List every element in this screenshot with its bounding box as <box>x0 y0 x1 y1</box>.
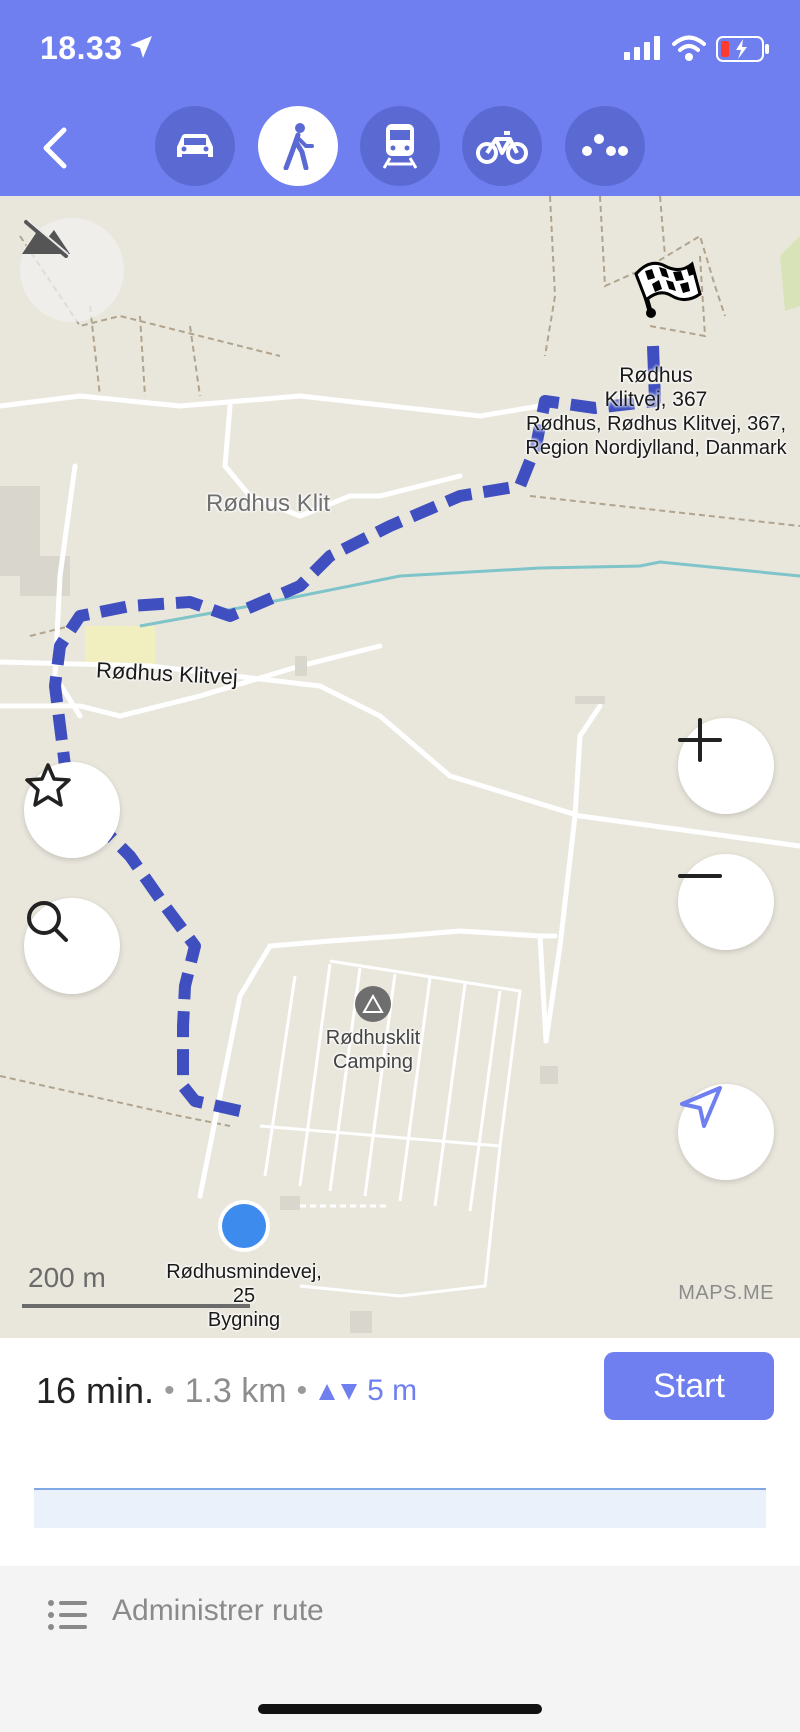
camping-icon <box>355 986 391 1022</box>
mode-more-button[interactable] <box>565 106 645 186</box>
destination-name-line1: Rødhus <box>619 364 693 387</box>
route-distance: 1.3 km <box>184 1371 287 1410</box>
origin-label: Rødhusmindevej, 25 Bygning <box>144 1260 344 1332</box>
route-stats: 16 min. • 1.3 km • 5 m <box>36 1370 417 1412</box>
destination-name-line2: Klitvej, 367 <box>604 388 708 411</box>
scale-bar <box>22 1304 250 1308</box>
map-attribution: MAPS.ME <box>678 1282 774 1304</box>
battery-icon <box>716 36 769 62</box>
camping-label: Rødhusklit Camping <box>300 1026 446 1074</box>
car-icon <box>177 134 213 157</box>
mountain-off-icon <box>22 219 70 258</box>
star-icon <box>25 763 71 807</box>
scale-label: 200 m <box>28 1262 106 1293</box>
elevation-chart <box>34 1488 766 1528</box>
back-button[interactable] <box>30 120 86 176</box>
place-label: Rødhus Klit <box>206 490 331 517</box>
destination-address-line2: Region Nordjylland, Danmark <box>525 437 787 459</box>
separator-dot: • <box>164 1374 175 1407</box>
train-icon <box>382 124 418 169</box>
map-view[interactable]: Rødhus Klit Rødhus Klitvej Rødhus Klitve… <box>0 196 800 1338</box>
mode-bike-button[interactable] <box>462 106 542 186</box>
search-button[interactable] <box>24 898 120 994</box>
origin-label-line1: Rødhusmindevej, <box>166 1261 322 1283</box>
bicycle-icon <box>476 131 528 164</box>
list-icon <box>48 1600 87 1630</box>
mode-transit-button[interactable] <box>360 106 440 186</box>
camping-label-line1: Rødhusklit <box>325 1027 421 1049</box>
terrain-toggle-button[interactable] <box>20 218 124 322</box>
more-dots-icon <box>582 134 628 156</box>
start-button[interactable]: Start <box>604 1352 774 1420</box>
status-time: 18.33 <box>40 30 123 66</box>
mode-walk-button[interactable] <box>258 106 338 186</box>
routing-toolbar <box>0 100 800 196</box>
plus-icon <box>678 718 722 762</box>
elevation-up-down-icon <box>319 1384 358 1400</box>
my-location-button[interactable] <box>678 1084 774 1180</box>
favorites-button[interactable] <box>24 762 120 858</box>
camping-label-line2: Camping <box>332 1051 414 1073</box>
pedestrian-icon <box>283 123 314 170</box>
cellular-signal-icon <box>624 36 660 60</box>
zoom-out-button[interactable] <box>678 854 774 950</box>
destination-flag-icon <box>634 261 702 318</box>
route-time: 16 min. <box>36 1370 155 1411</box>
navigation-arrow-icon <box>680 1086 722 1128</box>
location-arrow-icon <box>130 36 152 58</box>
search-icon <box>27 901 68 942</box>
origin-label-line3: Bygning <box>207 1309 281 1331</box>
separator-dot: • <box>296 1374 308 1407</box>
zoom-in-button[interactable] <box>678 718 774 814</box>
wifi-icon <box>672 35 706 61</box>
destination-address-line1: Rødhus, Rødhus Klitvej, 367, <box>525 413 787 435</box>
mode-car-button[interactable] <box>155 106 235 186</box>
manage-route-label: Administrer rute <box>112 1594 324 1627</box>
status-bar: 18.33 <box>0 0 800 100</box>
route-summary-panel: 16 min. • 1.3 km • 5 m Start <box>0 1338 800 1566</box>
route-elevation: 5 m <box>367 1374 418 1407</box>
destination-label: Rødhus Klitvej, 367 Rødhus, Rødhus Klitv… <box>516 364 796 460</box>
minus-icon <box>678 874 722 878</box>
manage-route-row[interactable]: Administrer rute <box>0 1566 800 1662</box>
home-indicator[interactable] <box>258 1704 542 1714</box>
